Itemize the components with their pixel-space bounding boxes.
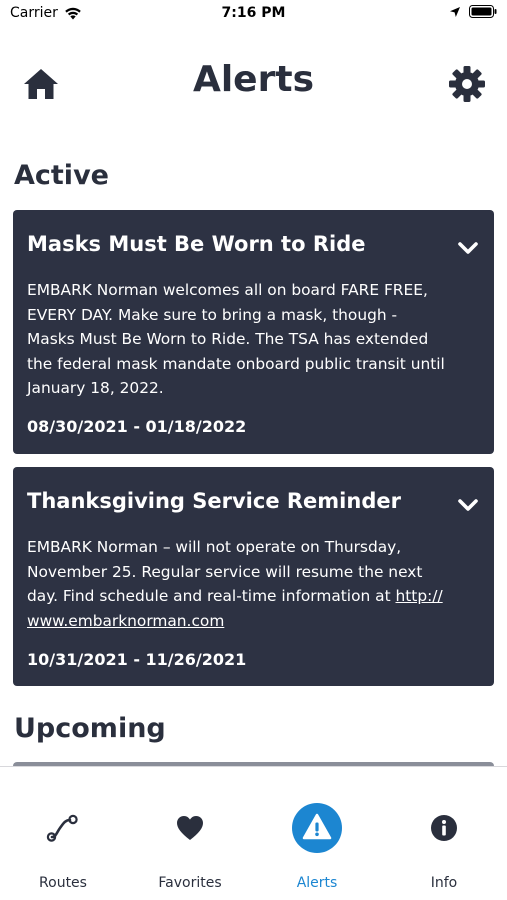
- gear-icon: [449, 66, 485, 102]
- tab-label: Routes: [39, 875, 87, 891]
- tab-label: Info: [430, 875, 458, 891]
- alert-icon: [292, 803, 342, 853]
- status-right: [449, 5, 497, 18]
- tab-label: Alerts: [296, 875, 338, 891]
- alert-line: day. Find schedule and real-time informa…: [27, 584, 487, 609]
- header: Alerts: [0, 55, 507, 115]
- page-title: Alerts: [192, 59, 314, 100]
- location-arrow-icon: [450, 6, 460, 17]
- tab-bar: Routes Favorites Alerts Info: [0, 766, 507, 900]
- alert-title: Masks Must Be Worn to Ride: [27, 232, 366, 256]
- tab-routes[interactable]: Routes: [0, 767, 126, 900]
- status-time: 7:16 PM: [221, 5, 286, 21]
- alert-line: Masks Must Be Worn to Ride. The TSA has …: [27, 330, 429, 348]
- info-icon: [431, 815, 457, 841]
- alert-line: www.embarknorman.com: [27, 609, 487, 634]
- settings-button[interactable]: [447, 64, 487, 104]
- alert-line: EMBARK Norman – will not operate on Thur…: [27, 538, 402, 556]
- section-title-upcoming: Upcoming: [14, 713, 166, 744]
- alert-card[interactable]: Masks Must Be Worn to Ride EMBARK Norman…: [13, 210, 494, 454]
- tab-favorites[interactable]: Favorites: [127, 767, 253, 900]
- website-link[interactable]: http://: [396, 587, 443, 605]
- battery-icon: [469, 5, 497, 18]
- alert-line: EVERY DAY. Make sure to bring a mask, th…: [27, 305, 398, 324]
- alert-title: Thanksgiving Service Reminder: [27, 489, 401, 513]
- chevron-down-icon[interactable]: [456, 236, 480, 260]
- status-bar: Carrier 7:16 PM: [0, 0, 507, 30]
- alert-line: November 25. Regular service will resume…: [27, 562, 423, 581]
- alert-card[interactable]: Thanksgiving Service Reminder EMBARK Nor…: [13, 467, 494, 686]
- tab-alerts[interactable]: Alerts: [254, 767, 380, 900]
- route-icon: [46, 814, 78, 842]
- alert-line: January 18, 2022.: [27, 379, 164, 397]
- alert-line-text: day. Find schedule and real-time informa…: [27, 587, 396, 605]
- alert-description: EMBARK Norman welcomes all on board FARE…: [27, 278, 487, 401]
- tab-info[interactable]: Info: [381, 767, 507, 900]
- alert-dates: 10/31/2021 - 11/26/2021: [27, 650, 247, 669]
- chevron-down-icon[interactable]: [456, 493, 480, 517]
- alert-line: EMBARK Norman welcomes all on board FARE…: [27, 281, 428, 299]
- alert-line: the federal mask mandate onboard public …: [27, 354, 445, 373]
- alert-description: EMBARK Norman – will not operate on Thur…: [27, 535, 487, 633]
- website-link[interactable]: www.embarknorman.com: [27, 612, 224, 630]
- heart-icon: [177, 816, 203, 840]
- alert-dates: 08/30/2021 - 01/18/2022: [27, 417, 247, 436]
- section-title-active: Active: [14, 160, 109, 191]
- tab-label: Favorites: [158, 875, 222, 891]
